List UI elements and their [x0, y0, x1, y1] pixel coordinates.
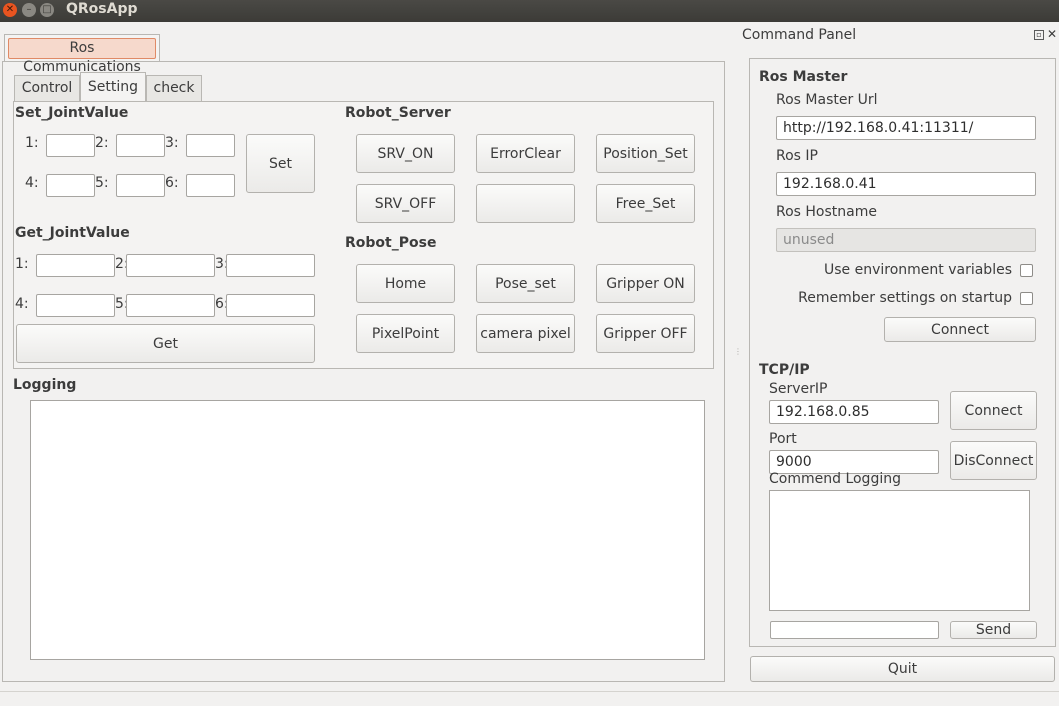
pose-set-button[interactable]: Pose_set	[476, 264, 575, 303]
set-joint-label-4: 4:	[25, 175, 39, 191]
remember-settings-checkbox[interactable]	[1020, 292, 1033, 305]
camera-pixel-button[interactable]: camera pixel	[476, 314, 575, 353]
status-bar	[0, 691, 1059, 692]
tab-control[interactable]: Control	[14, 75, 80, 102]
srv-on-button[interactable]: SRV_ON	[356, 134, 455, 173]
maximize-window-icon[interactable]: □	[40, 3, 54, 17]
dock-title: Command Panel	[742, 27, 857, 43]
tcp-ip-title: TCP/IP	[759, 362, 810, 378]
error-clear-button[interactable]: ErrorClear	[476, 134, 575, 173]
window-title: QRosApp	[66, 1, 138, 17]
ros-master-url-label: Ros Master Url	[776, 92, 878, 108]
use-env-vars-label: Use environment variables	[824, 262, 1012, 278]
minimize-window-icon[interactable]: –	[22, 3, 36, 17]
get-joint-input-4[interactable]	[36, 294, 115, 317]
tcp-connect-button[interactable]: Connect	[950, 391, 1037, 430]
logging-output[interactable]	[30, 400, 705, 660]
set-joint-input-6[interactable]	[186, 174, 235, 197]
title-bar: ✕ – □ QRosApp	[0, 0, 1059, 22]
get-joint-input-2[interactable]	[126, 254, 215, 277]
tab-ros-communications[interactable]: Ros Communications	[4, 34, 160, 75]
ros-hostname-label: Ros Hostname	[776, 204, 877, 220]
gripper-off-button[interactable]: Gripper OFF	[596, 314, 695, 353]
splitter-handle[interactable]: ⋮	[734, 348, 742, 362]
home-button[interactable]: Home	[356, 264, 455, 303]
close-dock-icon[interactable]: ✕	[1047, 27, 1059, 41]
port-label: Port	[769, 431, 797, 447]
set-joint-title: Set_JointValue	[15, 105, 129, 121]
tab-setting[interactable]: Setting	[80, 72, 146, 102]
quit-button[interactable]: Quit	[750, 656, 1055, 682]
server-ip-input[interactable]: 192.168.0.85	[769, 400, 939, 424]
set-joint-label-3: 3:	[165, 135, 179, 151]
set-joint-label-5: 5:	[95, 175, 109, 191]
float-dock-icon[interactable]: ▫	[1034, 30, 1044, 40]
robot-server-title: Robot_Server	[345, 105, 451, 121]
send-input[interactable]	[770, 621, 939, 639]
set-button[interactable]: Set	[246, 134, 315, 193]
set-joint-label-2: 2:	[95, 135, 109, 151]
robot-pose-title: Robot_Pose	[345, 235, 437, 251]
tab-check[interactable]: check	[146, 75, 202, 102]
commend-logging-output[interactable]	[769, 490, 1030, 611]
ros-ip-label: Ros IP	[776, 148, 818, 164]
blank-button[interactable]	[476, 184, 575, 223]
position-set-button[interactable]: Position_Set	[596, 134, 695, 173]
free-set-button[interactable]: Free_Set	[596, 184, 695, 223]
set-joint-input-2[interactable]	[116, 134, 165, 157]
get-joint-label-4: 4:	[15, 296, 29, 312]
ros-connect-button[interactable]: Connect	[884, 317, 1036, 342]
ros-master-title: Ros Master	[759, 69, 848, 85]
get-button[interactable]: Get	[16, 324, 315, 363]
set-joint-label-6: 6:	[165, 175, 179, 191]
remember-settings-label: Remember settings on startup	[798, 290, 1012, 306]
srv-off-button[interactable]: SRV_OFF	[356, 184, 455, 223]
get-joint-label-1: 1:	[15, 256, 29, 272]
get-joint-input-6[interactable]	[226, 294, 315, 317]
server-ip-label: ServerIP	[769, 381, 828, 397]
get-joint-input-1[interactable]	[36, 254, 115, 277]
ros-ip-input[interactable]: 192.168.0.41	[776, 172, 1036, 196]
set-joint-input-4[interactable]	[46, 174, 95, 197]
commend-logging-label: Commend Logging	[769, 471, 901, 487]
send-button[interactable]: Send	[950, 621, 1037, 639]
get-joint-title: Get_JointValue	[15, 225, 130, 241]
ros-master-url-input[interactable]: http://192.168.0.41:11311/	[776, 116, 1036, 140]
set-joint-input-1[interactable]	[46, 134, 95, 157]
set-joint-input-3[interactable]	[186, 134, 235, 157]
use-env-vars-checkbox[interactable]	[1020, 264, 1033, 277]
gripper-on-button[interactable]: Gripper ON	[596, 264, 695, 303]
tcp-disconnect-button[interactable]: DisConnect	[950, 441, 1037, 480]
set-joint-input-5[interactable]	[116, 174, 165, 197]
logging-title: Logging	[13, 377, 77, 393]
close-window-icon[interactable]: ✕	[3, 3, 17, 17]
ros-hostname-input: unused	[776, 228, 1036, 252]
get-joint-input-3[interactable]	[226, 254, 315, 277]
pixel-point-button[interactable]: PixelPoint	[356, 314, 455, 353]
set-joint-label-1: 1:	[25, 135, 39, 151]
get-joint-input-5[interactable]	[126, 294, 215, 317]
